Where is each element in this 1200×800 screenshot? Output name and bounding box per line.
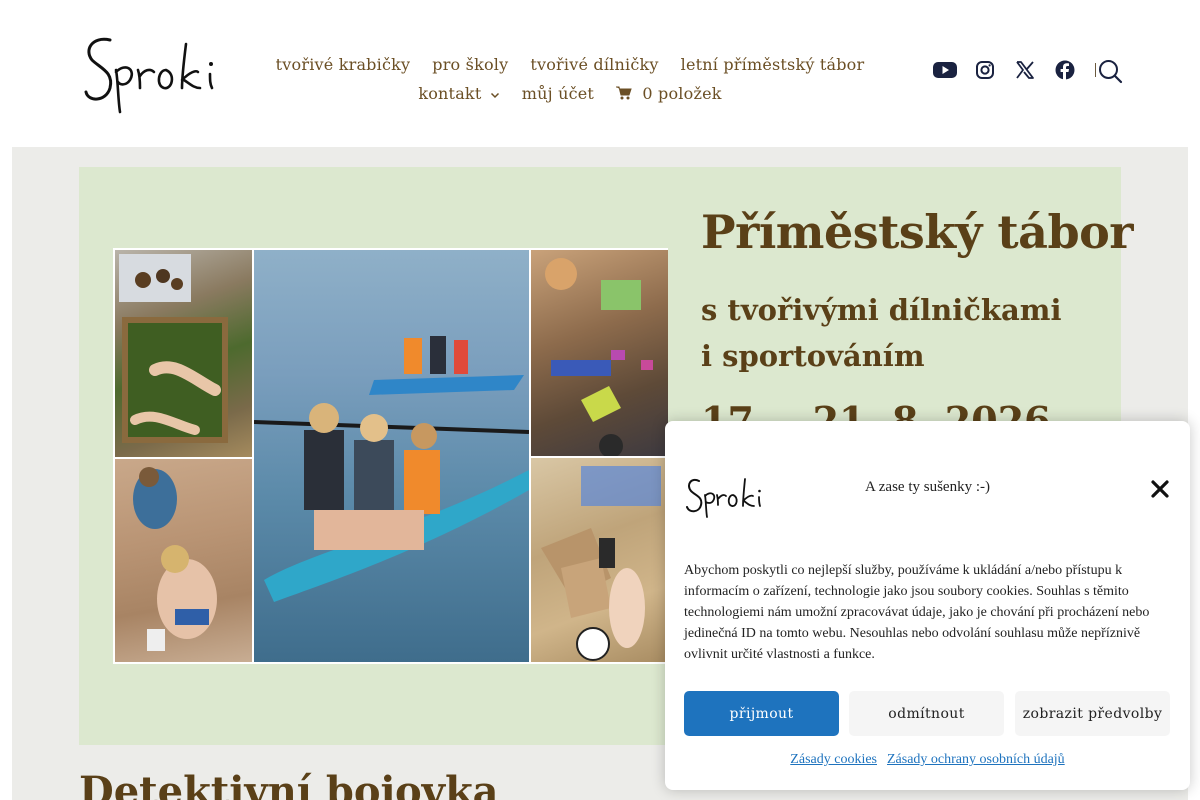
site-logo[interactable] (80, 30, 232, 116)
cart-icon (616, 86, 632, 100)
section-title: Detektivní bojovka (79, 768, 499, 800)
nav-item-letni-tabor[interactable]: letní příměstský tábor (681, 55, 865, 74)
photo-cardboard-craft-image (541, 466, 661, 661)
social-links (933, 58, 1098, 82)
hero-title: Příměstský tábor (701, 205, 1134, 259)
nav-item-cart[interactable]: 0 položek (616, 84, 722, 103)
photo-crafting-table-image (545, 258, 653, 456)
cookie-dialog-title: A zase ty sušenky :-) (865, 479, 990, 495)
photo-beach-kids (115, 459, 252, 662)
camp-photo-collage (113, 248, 668, 664)
social-separator (1095, 63, 1096, 77)
main-nav-row-1: tvořivé krabičky pro školy tvořivé dílni… (276, 50, 865, 79)
view-preferences-button[interactable]: zobrazit předvolby (1015, 691, 1170, 736)
photo-nature-craft (115, 250, 252, 457)
photo-cardboard-craft (531, 458, 668, 662)
search-button[interactable] (1097, 58, 1123, 84)
nav-item-muj-ucet[interactable]: můj účet (522, 84, 594, 103)
accept-cookies-button[interactable]: přijmout (684, 691, 839, 736)
youtube-link[interactable] (933, 58, 957, 82)
cookie-policy-links: Zásady cookies Zásady ochrany osobních ú… (665, 752, 1190, 768)
photo-paddleboard (254, 250, 529, 662)
x-icon (1016, 61, 1034, 79)
nav-item-kontakt-label: kontakt (418, 84, 482, 103)
photo-beach-kids-image (133, 467, 217, 651)
main-nav-row-2: kontakt můj účet 0 položek (280, 79, 860, 108)
chevron-down-icon (490, 92, 499, 98)
site-header: tvořivé krabičky pro školy tvořivé dílni… (0, 0, 1200, 147)
nav-item-tvorive-dilnicky[interactable]: tvořivé dílničky (530, 55, 658, 74)
instagram-link[interactable] (973, 58, 997, 82)
logo-script-image (84, 37, 214, 114)
nav-item-pro-skoly[interactable]: pro školy (432, 55, 508, 74)
nav-item-kontakt[interactable]: kontakt (418, 84, 499, 103)
close-icon[interactable] (1149, 478, 1171, 500)
x-link[interactable] (1013, 58, 1037, 82)
cart-count-label: 0 položek (642, 84, 722, 103)
photo-paddleboard-image (254, 336, 529, 602)
privacy-policy-link[interactable]: Zásady ochrany osobních údajů (887, 752, 1065, 768)
nav-item-tvorive-krabicky[interactable]: tvořivé krabičky (276, 55, 411, 74)
youtube-icon (933, 62, 957, 78)
photo-crafting-table (531, 250, 668, 456)
search-icon (1099, 60, 1123, 84)
hero-subtitle: s tvořivými dílničkami i sportováním (701, 293, 1062, 373)
main-nav: tvořivé krabičky pro školy tvořivé dílni… (276, 50, 865, 108)
facebook-icon (1055, 60, 1075, 80)
cookie-dialog-text: Abychom poskytli co nejlepší služby, pou… (684, 563, 1150, 662)
deny-cookies-button[interactable]: odmítnout (849, 691, 1004, 736)
photo-nature-craft-image (119, 254, 228, 443)
instagram-icon (976, 61, 994, 79)
cookie-consent-dialog: A zase ty sušenky :-) Abychom poskytli c… (665, 421, 1190, 790)
cookie-policy-link[interactable]: Zásady cookies (790, 752, 877, 768)
cookie-dialog-logo (686, 478, 761, 518)
facebook-link[interactable] (1053, 58, 1077, 82)
